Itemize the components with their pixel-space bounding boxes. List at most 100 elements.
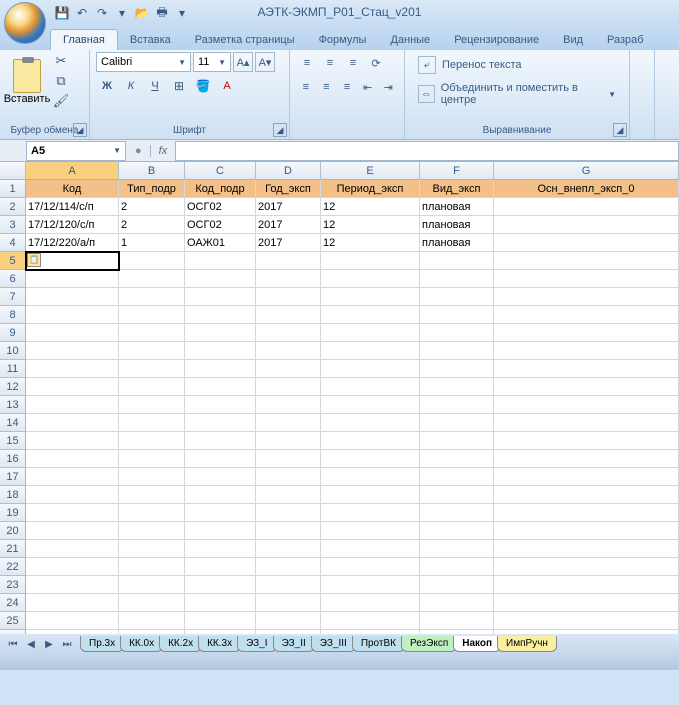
cell[interactable] [321,612,420,630]
cell[interactable] [119,486,185,504]
cell[interactable] [185,522,256,540]
cell[interactable] [185,540,256,558]
cell[interactable] [119,306,185,324]
cell[interactable] [420,342,494,360]
cell[interactable] [494,504,679,522]
formula-input[interactable] [175,141,679,161]
align-launcher[interactable]: ◢ [613,123,627,137]
office-button[interactable] [4,2,46,44]
orientation-icon[interactable]: ⟳ [365,52,387,74]
cell[interactable] [256,342,321,360]
cell[interactable] [494,486,679,504]
row-header-1[interactable]: 1 [0,180,26,198]
fill-color-button[interactable]: 🪣 [192,75,214,97]
cell[interactable] [494,396,679,414]
cell[interactable] [494,378,679,396]
cell[interactable] [26,468,119,486]
cell[interactable] [119,504,185,522]
cell[interactable] [185,306,256,324]
cell[interactable] [321,486,420,504]
cell[interactable] [420,378,494,396]
sheet-tab[interactable]: ИмпРучн [497,636,557,652]
cell[interactable] [185,270,256,288]
save-icon[interactable]: 💾 [54,5,70,21]
cell[interactable] [119,252,185,270]
row-header-9[interactable]: 9 [0,324,26,342]
align-left-icon[interactable]: ≡ [296,76,316,98]
cell[interactable] [26,522,119,540]
cell[interactable] [119,450,185,468]
cell[interactable] [420,432,494,450]
cell[interactable] [321,468,420,486]
header-cell[interactable]: Код [26,180,119,198]
cell[interactable] [256,306,321,324]
cell[interactable] [119,540,185,558]
col-header-B[interactable]: B [119,162,185,179]
cell[interactable] [119,576,185,594]
cell[interactable] [119,270,185,288]
cell[interactable]: 2017 [256,234,321,252]
row-header-10[interactable]: 10 [0,342,26,360]
cell[interactable] [494,324,679,342]
cell[interactable] [321,270,420,288]
align-middle-icon[interactable]: ≡ [319,52,341,74]
cell[interactable] [321,324,420,342]
align-bottom-icon[interactable]: ≡ [342,52,364,74]
cell[interactable] [321,504,420,522]
cell[interactable] [119,594,185,612]
cell[interactable]: 17/12/120/с/п [26,216,119,234]
cell[interactable] [119,414,185,432]
row-header-13[interactable]: 13 [0,396,26,414]
cell[interactable] [256,594,321,612]
cell[interactable] [185,288,256,306]
shrink-font-icon[interactable]: A▾ [255,52,275,72]
cell[interactable] [420,594,494,612]
cell[interactable] [119,378,185,396]
cell[interactable] [420,522,494,540]
tab-dev[interactable]: Разраб [595,30,656,50]
header-cell[interactable]: Период_эксп [321,180,420,198]
cell[interactable] [494,270,679,288]
cell[interactable]: 12 [321,216,420,234]
cell[interactable]: ОСГ02 [185,198,256,216]
tab-nav-prev[interactable]: ◀ [22,635,40,653]
cell[interactable] [321,432,420,450]
cell[interactable] [321,558,420,576]
tab-layout[interactable]: Разметка страницы [183,30,307,50]
cell[interactable] [256,378,321,396]
row-header-23[interactable]: 23 [0,576,26,594]
cell[interactable] [185,468,256,486]
bold-button[interactable]: Ж [96,75,118,97]
cell[interactable] [185,396,256,414]
indent-decrease-icon[interactable]: ⇤ [358,76,378,98]
cell[interactable] [321,522,420,540]
row-header-17[interactable]: 17 [0,468,26,486]
cell[interactable] [256,288,321,306]
cell[interactable] [256,414,321,432]
fx-circle-icon[interactable]: ● [135,145,142,157]
cell[interactable] [256,540,321,558]
cell[interactable] [420,252,494,270]
cell[interactable] [494,576,679,594]
sheet-tab[interactable]: ЭЗ_II [273,636,315,652]
cell[interactable] [256,468,321,486]
clipboard-launcher[interactable]: ◢ [73,123,87,137]
underline-button[interactable]: Ч [144,75,166,97]
merge-center-button[interactable]: ⇔ Объединить и поместить в центре ▼ [411,78,623,110]
cell[interactable] [321,414,420,432]
cell[interactable] [26,432,119,450]
cell[interactable]: 17/12/220/а/п [26,234,119,252]
cell[interactable]: 12 [321,234,420,252]
row-header-14[interactable]: 14 [0,414,26,432]
cell[interactable] [420,450,494,468]
cell[interactable] [26,594,119,612]
cell[interactable] [185,378,256,396]
cell[interactable] [26,558,119,576]
font-color-button[interactable]: A [216,75,238,97]
cell[interactable] [256,396,321,414]
row-header-19[interactable]: 19 [0,504,26,522]
cell[interactable] [420,558,494,576]
cell[interactable]: ОАЖ01 [185,234,256,252]
cell[interactable] [321,576,420,594]
cell[interactable] [256,360,321,378]
